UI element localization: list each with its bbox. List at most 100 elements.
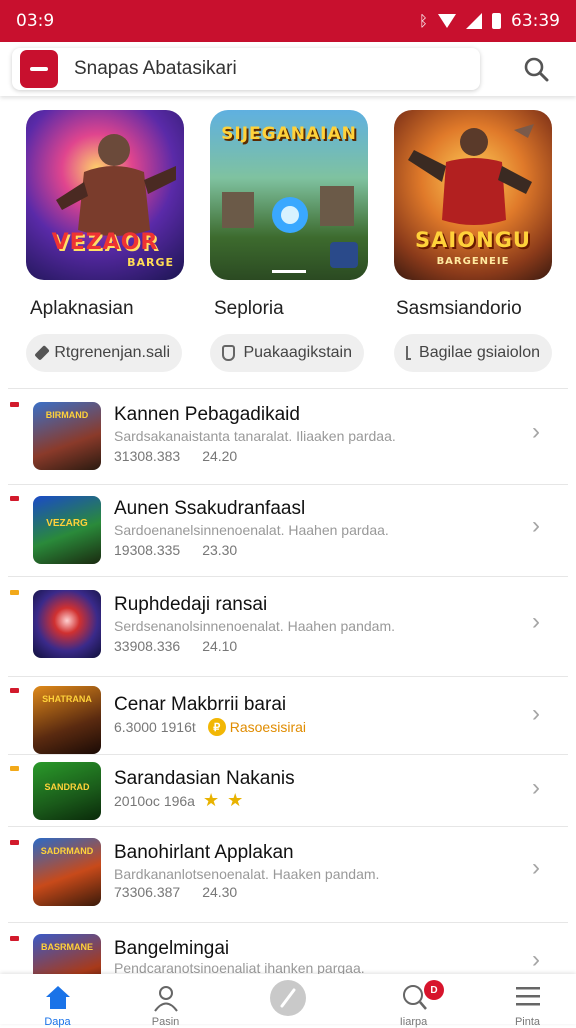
app-logo-icon [20, 50, 58, 88]
star-icon: ★ [202, 790, 220, 810]
nav-item-person[interactable]: Pasin [108, 974, 223, 1028]
compass-icon [269, 980, 306, 1016]
chevron-right-icon: › [532, 512, 540, 539]
thumbnail-word: BIRMAND [45, 410, 89, 420]
list-marker [10, 496, 19, 501]
nav-item-menu[interactable]: Pinta [470, 974, 576, 1028]
list-item[interactable]: Ruphdedaji ransai Serdsenanolsinnenoenal… [0, 580, 576, 676]
app-thumbnail: SADRMAND [33, 838, 101, 906]
nav-item-home[interactable]: Dapa [0, 974, 115, 1028]
featured-card[interactable]: SIJEGANAIAN [210, 110, 380, 280]
list-item[interactable]: BIRMAND Kannen Pebagadikaid Sardsakanais… [0, 392, 576, 484]
list-item[interactable]: SHATRANA Cenar Makbrrii barai 6.3000 191… [0, 680, 576, 754]
list-item-meta-a: 33908.336 [114, 638, 181, 654]
bluetooth-icon: ᛒ [418, 12, 428, 30]
list-marker [10, 590, 19, 595]
star-icon: ★ [227, 790, 244, 810]
list-item-meta: 2010oc 196a ★ ★ [114, 790, 243, 811]
list-item-meta: 19308.335 23.30 [114, 542, 237, 558]
list-item-title: Cenar Makbrrii barai [114, 694, 287, 715]
hand-icon [222, 345, 236, 361]
featured-art: SIJEGANAIAN [210, 110, 368, 280]
list-item[interactable]: BASRMANE Bangelmingai Pendcaranotsinoena… [0, 926, 576, 974]
list-item-meta-a: 19308.335 [114, 542, 181, 558]
featured-art-word: SIJEGANAIAN [221, 124, 357, 144]
featured-art-word: VEZAOR [51, 230, 159, 255]
featured-art-sub: BARGENEIE [436, 256, 510, 267]
divider [8, 826, 568, 827]
signal-icon [466, 13, 482, 29]
list-marker [10, 936, 19, 941]
notification-badge: D [424, 980, 444, 1000]
thumbnail-word: BASRMANE [40, 942, 93, 952]
chevron-right-icon: › [532, 700, 540, 727]
status-right-time: 63:39 [511, 11, 560, 31]
list-item-meta-a: 6.3000 1916t [114, 719, 196, 735]
list-item-title: Sarandasian Nakanis [114, 768, 295, 789]
nav-item-profile[interactable]: D Iiarpa [356, 974, 471, 1028]
list-item[interactable]: SANDRAD Sarandasian Nakanis 2010oc 196a … [0, 756, 576, 826]
home-icon [45, 986, 70, 1009]
bottom-nav: Dapa Pasin D Iiarpa Pinta [0, 974, 576, 1028]
chevron-right-icon: › [532, 418, 540, 445]
divider [8, 922, 568, 923]
hero-figure-icon [408, 124, 534, 225]
featured-art: SAIONGU BARGENEIE [394, 110, 552, 280]
divider [8, 576, 568, 577]
featured-title: Aplaknasian [30, 298, 134, 319]
list-marker [10, 688, 19, 693]
chevron-right-icon: › [532, 608, 540, 635]
featured-pill-button[interactable]: Puakaagikstain [210, 334, 364, 372]
divider [8, 484, 568, 485]
divider [8, 676, 568, 677]
list-marker [10, 766, 19, 771]
app-thumbnail: VEZARG [33, 496, 101, 564]
featured-pill-label: Bagilae gsiaiolon [419, 344, 540, 361]
search-text: Snapas Abatasikari [74, 58, 237, 79]
featured-pill-label: Rtgrenenjan.sali [54, 344, 170, 361]
featured-art-word: SAIONGU [415, 228, 531, 252]
list-item-meta-a: 73306.387 [114, 884, 181, 900]
list-item-title: Kannen Pebagadikaid [114, 404, 300, 425]
thumbnail-word: SHATRANA [42, 694, 92, 704]
list-item-title: Ruphdedaji ransai [114, 594, 268, 615]
nav-label: Iiarpa [399, 1016, 428, 1028]
list-item-meta-b: 23.30 [202, 542, 238, 558]
featured-pill-button[interactable]: Bagilae gsiaiolon [394, 334, 552, 372]
featured-card[interactable]: VEZAOR BARGE [26, 110, 196, 280]
featured-art-sub: BARGE [127, 256, 174, 269]
search-field[interactable]: Snapas Abatasikari [12, 48, 480, 90]
list-item[interactable]: VEZARG Aunen Ssakudranfaasl Sardoenanels… [0, 486, 576, 576]
list-item-meta: 6.3000 1916t ₽ Rasoesisirai [114, 718, 306, 736]
list-marker [10, 402, 19, 407]
list-item-desc: Serdsenanolsinnenoenalat. Haahen pandam. [114, 618, 395, 634]
thumbnail-word: VEZARG [46, 518, 88, 529]
featured-pill-button[interactable]: Rtgrenenjan.sali [26, 334, 182, 372]
list-item-meta-a: 2010oc 196a [114, 792, 195, 809]
app-thumbnail: BIRMAND [33, 402, 101, 470]
thumbnail-word: SANDRAD [44, 782, 90, 792]
list-item-title: Bangelmingai [114, 938, 230, 959]
search-button[interactable] [514, 52, 558, 86]
coin-icon: ₽ [207, 718, 226, 736]
list-item-meta-b: Rasoesisirai [229, 719, 306, 735]
nav-label: Pinta [514, 1016, 541, 1028]
nav-item-compass[interactable] [230, 974, 345, 1024]
list-item-meta-a: 31308.383 [114, 448, 181, 464]
share-icon [406, 346, 412, 360]
list-item-title: Banohirlant Applakan [114, 842, 294, 863]
nav-label: Dapa [44, 1016, 71, 1028]
list-item[interactable]: SADRMAND Banohirlant Applakan Bardkananl… [0, 830, 576, 922]
thumbnail-word: SADRMAND [40, 846, 94, 856]
featured-title: Seploria [214, 298, 284, 319]
featured-section: VEZAOR BARGE Aplaknasian Rtgrenenjan.sal… [0, 110, 576, 380]
list-item-title: Aunen Ssakudranfaasl [114, 498, 306, 519]
chevron-right-icon: › [532, 854, 540, 881]
app-thumbnail: SANDRAD [33, 762, 101, 820]
list-item-desc: Pendcaranotsinoenaliat ihanken pargaa. [114, 960, 365, 974]
list-item-desc: Sardsakanaistanta tanaralat. Iliaaken pa… [114, 428, 396, 444]
list-item-meta: 73306.387 24.30 [114, 884, 237, 900]
search-icon [524, 57, 549, 82]
featured-card[interactable]: SAIONGU BARGENEIE [394, 110, 564, 280]
list-item-desc: Sardoenanelsinnenoenalat. Haahen pardaa. [114, 522, 389, 538]
